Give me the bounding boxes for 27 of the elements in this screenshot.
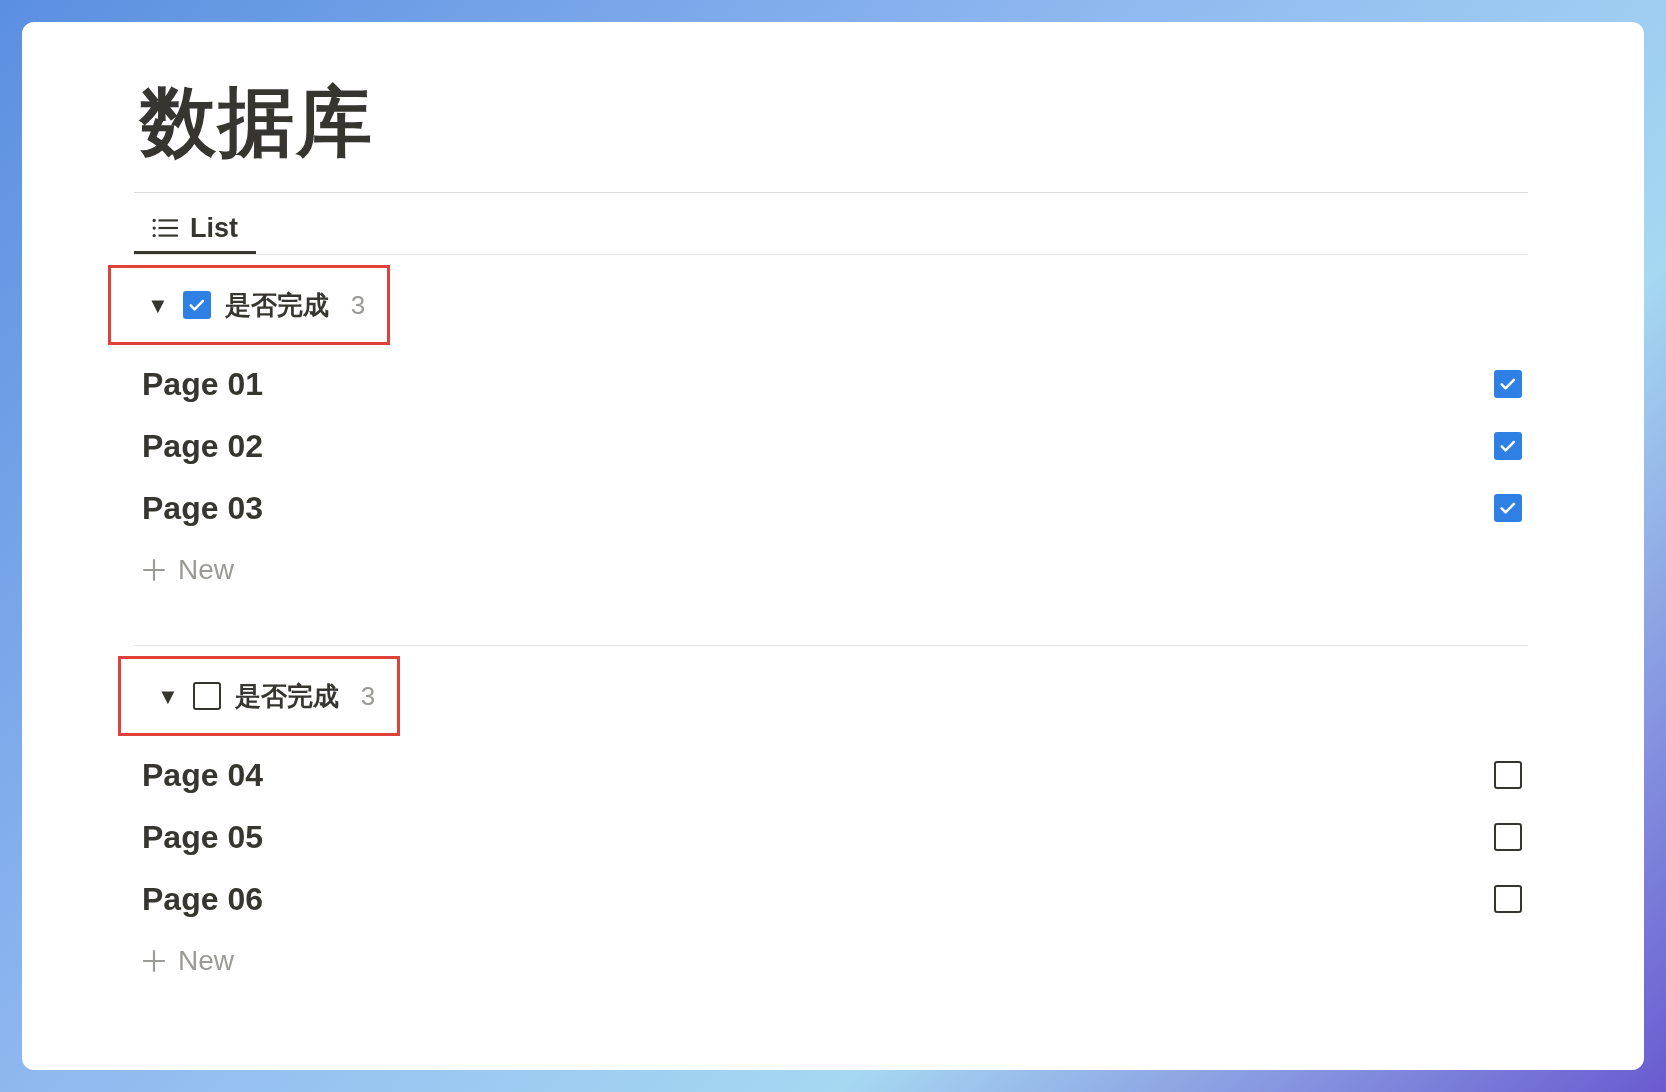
list-icon [152,217,178,239]
group-header[interactable]: ▼ 是否完成 3 [118,656,401,736]
checkbox[interactable] [192,682,221,710]
checkbox[interactable] [1494,370,1522,398]
toggle-arrow[interactable]: ▼ [147,288,169,322]
group-label: 是否完成 [234,679,339,713]
plus-icon [142,949,166,973]
checkbox[interactable] [1494,823,1522,851]
toggle-arrow[interactable]: ▼ [157,679,179,713]
page-title-row[interactable]: Page 04 [142,751,263,799]
group-header[interactable]: ▼ 是否完成 3 [108,265,391,345]
group-count: 3 [350,288,366,322]
page-title-row[interactable]: Page 05 [142,813,263,861]
view-tab[interactable]: List [134,205,256,254]
checkbox[interactable] [1494,494,1522,522]
group-count: 3 [360,679,376,713]
checkbox[interactable] [182,291,211,319]
page-title-row[interactable]: Page 02 [142,422,263,470]
page-title: 数据库 [138,84,375,168]
checkbox[interactable] [1494,432,1522,460]
plus-icon [142,558,166,582]
checkbox[interactable] [1494,885,1522,913]
checkbox[interactable] [1494,761,1522,789]
group-label: 是否完成 [224,288,329,322]
page-title-row[interactable]: Page 06 [142,875,263,923]
page-title-row[interactable]: Page 01 [142,360,263,408]
page-title-row[interactable]: Page 03 [142,484,263,532]
